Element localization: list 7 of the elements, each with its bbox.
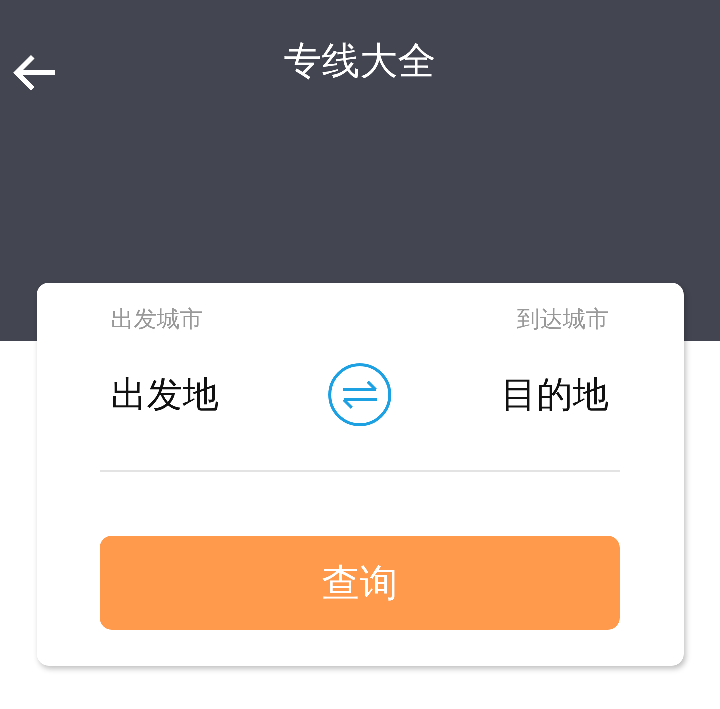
back-arrow-icon[interactable] xyxy=(13,53,57,93)
arrival-city-label: 到达城市 xyxy=(517,306,609,335)
destination-field[interactable]: 目的地 xyxy=(501,370,609,420)
departure-field[interactable]: 出发地 xyxy=(111,370,219,420)
page-title: 专线大全 xyxy=(284,38,436,85)
swap-icon[interactable] xyxy=(328,363,392,427)
departure-city-label: 出发城市 xyxy=(111,306,203,335)
